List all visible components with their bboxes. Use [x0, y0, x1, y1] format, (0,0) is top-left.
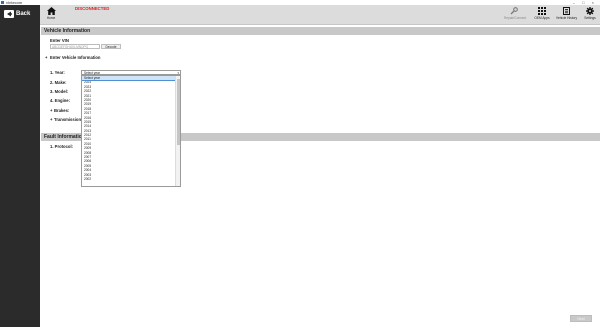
document-icon [562, 7, 570, 15]
back-button[interactable]: Back [3, 9, 37, 19]
year-dropdown-list[interactable]: Select year 2024 2023 2022 2021 2020 2019 2018 2… [81, 75, 181, 187]
home-button[interactable]: Home [44, 6, 58, 23]
scrollbar-thumb[interactable] [176, 79, 180, 145]
settings-button[interactable]: Settings [583, 6, 597, 23]
year-options: Select year 2024 2023 2022 2021 2020 2019 2018 2… [82, 76, 177, 181]
enter-vin-label: Enter VIN [50, 38, 69, 43]
dropdown-scrollbar[interactable] [175, 76, 180, 186]
apps-grid-icon [538, 7, 546, 15]
wrench-icon [510, 7, 518, 15]
vin-input[interactable]: ABCDEFGHIJKLMNOPQ [50, 44, 100, 49]
year-label: 1. Year: [50, 70, 65, 75]
vehicle-history-label: Vehicle History [556, 16, 578, 20]
expand-vehicle-info-icon[interactable]: + [45, 55, 47, 60]
engine-label: 4. Engine: [50, 98, 71, 103]
year-option[interactable]: 2002 [82, 177, 176, 181]
home-label: Home [46, 16, 56, 20]
app-icon [1, 1, 4, 4]
next-button[interactable]: Next [570, 315, 592, 322]
back-label: Back [16, 11, 31, 17]
back-arrow-icon [4, 10, 14, 18]
protocol-label: 1. Protocol: [50, 144, 74, 149]
model-label: 3. Model: [50, 89, 69, 94]
connection-status: DISCONNECTED [75, 6, 110, 11]
gear-icon [586, 7, 594, 15]
top-toolbar: Home DISCONNECTED Repair/Connect OEM App… [40, 5, 600, 25]
brakes-label: Brakes: [54, 108, 70, 113]
decode-button[interactable]: Decode [101, 44, 121, 49]
repair-connect-button[interactable]: Repair/Connect [504, 6, 527, 23]
transmissions-toggle-icon[interactable]: + [50, 117, 52, 122]
make-label: 2. Make: [50, 80, 67, 85]
home-icon [46, 7, 56, 15]
vehicle-history-button[interactable]: Vehicle History [556, 6, 578, 23]
brakes-toggle-icon[interactable]: + [50, 108, 52, 113]
repair-connect-label: Repair/Connect [504, 16, 527, 20]
vehicle-information-header: Vehicle Information [41, 27, 600, 35]
oem-apps-label: OEM Apps [534, 16, 550, 20]
enter-vehicle-info-label: Enter Vehicle Information [50, 55, 101, 60]
settings-label: Settings [584, 16, 596, 20]
oem-apps-button[interactable]: OEM Apps [534, 6, 550, 23]
sidebar: Back [0, 5, 40, 327]
